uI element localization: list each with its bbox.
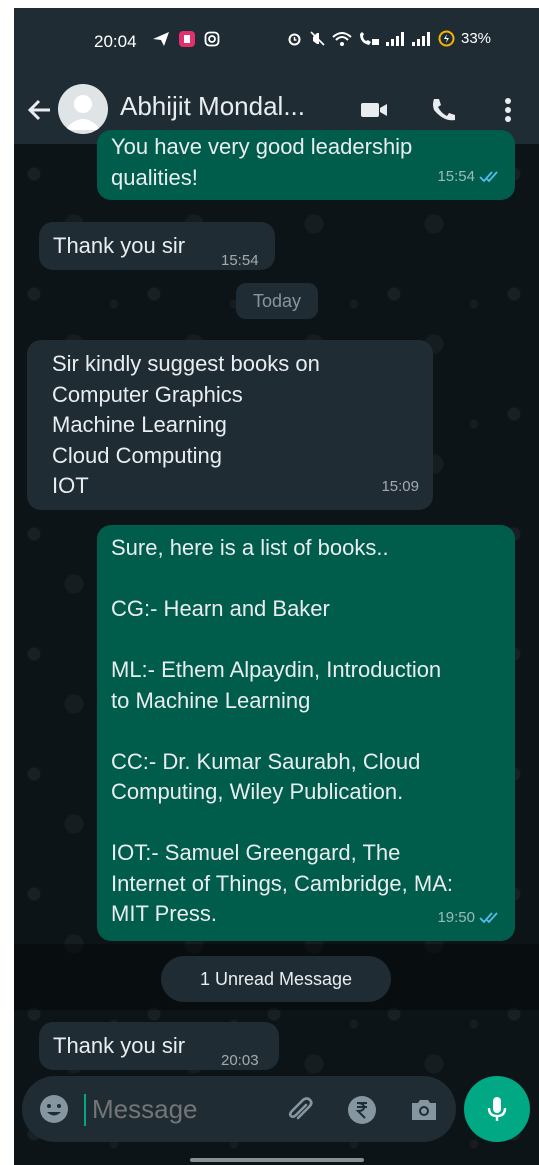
signal-icon	[412, 31, 430, 46]
app-notification-icon	[179, 31, 195, 47]
status-right: 33%	[286, 30, 491, 47]
back-arrow-icon[interactable]	[24, 94, 56, 126]
message-input[interactable]	[92, 1094, 272, 1125]
text-caret	[84, 1094, 86, 1126]
message-text: Sure, here is a list of books..	[111, 535, 389, 560]
message-time: 20:03	[221, 1052, 259, 1069]
send-icon	[153, 32, 169, 46]
instagram-icon	[204, 31, 220, 47]
message-meta: 19:50	[437, 903, 501, 934]
emoji-icon[interactable]	[38, 1093, 70, 1125]
mic-button[interactable]	[464, 1076, 530, 1142]
message-text: Computer Graphics	[52, 381, 243, 407]
phone-screen: 20:04 33% Abhijit Mondal... You have ver…	[14, 8, 539, 1165]
message-text: Thank you sir	[53, 233, 186, 258]
unread-divider: 1 Unread Message	[161, 956, 391, 1002]
message-time: 15:54	[437, 167, 475, 185]
message-incoming[interactable]: Thank you sir 15:54	[39, 222, 275, 270]
message-time: 19:50	[437, 908, 475, 926]
avatar[interactable]	[58, 84, 108, 134]
message-text	[111, 564, 453, 595]
message-text: ML:- Ethem Alpaydin, Introduction	[111, 657, 442, 682]
message-text: Machine Learning	[52, 412, 227, 437]
message-text	[111, 716, 453, 747]
message-incoming[interactable]: Sir kindly suggest books on Computer Gra…	[27, 340, 433, 510]
message-composer	[22, 1076, 456, 1142]
message-text: You have very good leadership	[111, 134, 413, 159]
message-time: 15:54	[221, 252, 259, 269]
wifi-icon	[332, 31, 352, 46]
message-meta: 15:54	[437, 162, 501, 193]
camera-icon[interactable]	[408, 1094, 440, 1126]
message-text	[111, 808, 453, 839]
status-left-icons	[152, 30, 220, 48]
home-indicator	[190, 1158, 364, 1162]
mic-icon	[487, 1097, 507, 1121]
status-bar: 20:04 33%	[14, 8, 539, 76]
message-outgoing[interactable]: Sure, here is a list of books.. CG:- Hea…	[97, 525, 515, 941]
more-options-icon[interactable]	[492, 94, 524, 126]
message-text: CC:- Dr. Kumar Saurabh, Cloud	[111, 748, 421, 774]
avatar-icon	[65, 95, 101, 130]
voice-call-icon[interactable]	[428, 94, 460, 126]
message-text: Thank you sir	[53, 1033, 186, 1058]
read-ticks-icon	[479, 171, 498, 183]
status-time: 20:04	[94, 32, 137, 51]
message-text: Internet of Things, Cambridge, MA:	[111, 870, 453, 896]
wifi-call-icon	[360, 31, 379, 45]
rupee-payment-icon[interactable]	[346, 1094, 378, 1126]
message-text: IOT:- Samuel Greengard, The	[111, 840, 401, 865]
message-text: qualities!	[111, 164, 198, 190]
alarm-icon	[288, 33, 301, 46]
mute-icon	[310, 31, 325, 46]
attach-icon[interactable]	[284, 1094, 316, 1126]
chat-area: You have very good leadership qualities!…	[14, 130, 539, 1165]
read-ticks-icon	[479, 912, 498, 924]
message-text	[111, 625, 453, 656]
message-time: 15:09	[381, 477, 419, 495]
message-text: CG:- Hearn and Baker	[111, 596, 330, 621]
battery-saver-icon	[438, 30, 455, 47]
message-text: IOT	[52, 473, 89, 498]
message-outgoing[interactable]: You have very good leadership qualities!…	[97, 130, 515, 200]
message-text: Sir kindly suggest books on	[52, 351, 320, 376]
message-text: Computing, Wiley Publication.	[111, 779, 404, 804]
battery-percent: 33%	[461, 30, 492, 47]
signal-icon	[386, 31, 404, 46]
video-call-icon[interactable]	[358, 94, 390, 126]
date-divider: Today	[236, 283, 318, 319]
message-incoming[interactable]: Thank you sir 20:03	[39, 1022, 279, 1070]
message-text: to Machine Learning	[111, 687, 311, 713]
message-text: MIT Press.	[111, 901, 217, 926]
message-text: Cloud Computing	[52, 442, 222, 468]
contact-name[interactable]: Abhijit Mondal...	[120, 91, 305, 122]
